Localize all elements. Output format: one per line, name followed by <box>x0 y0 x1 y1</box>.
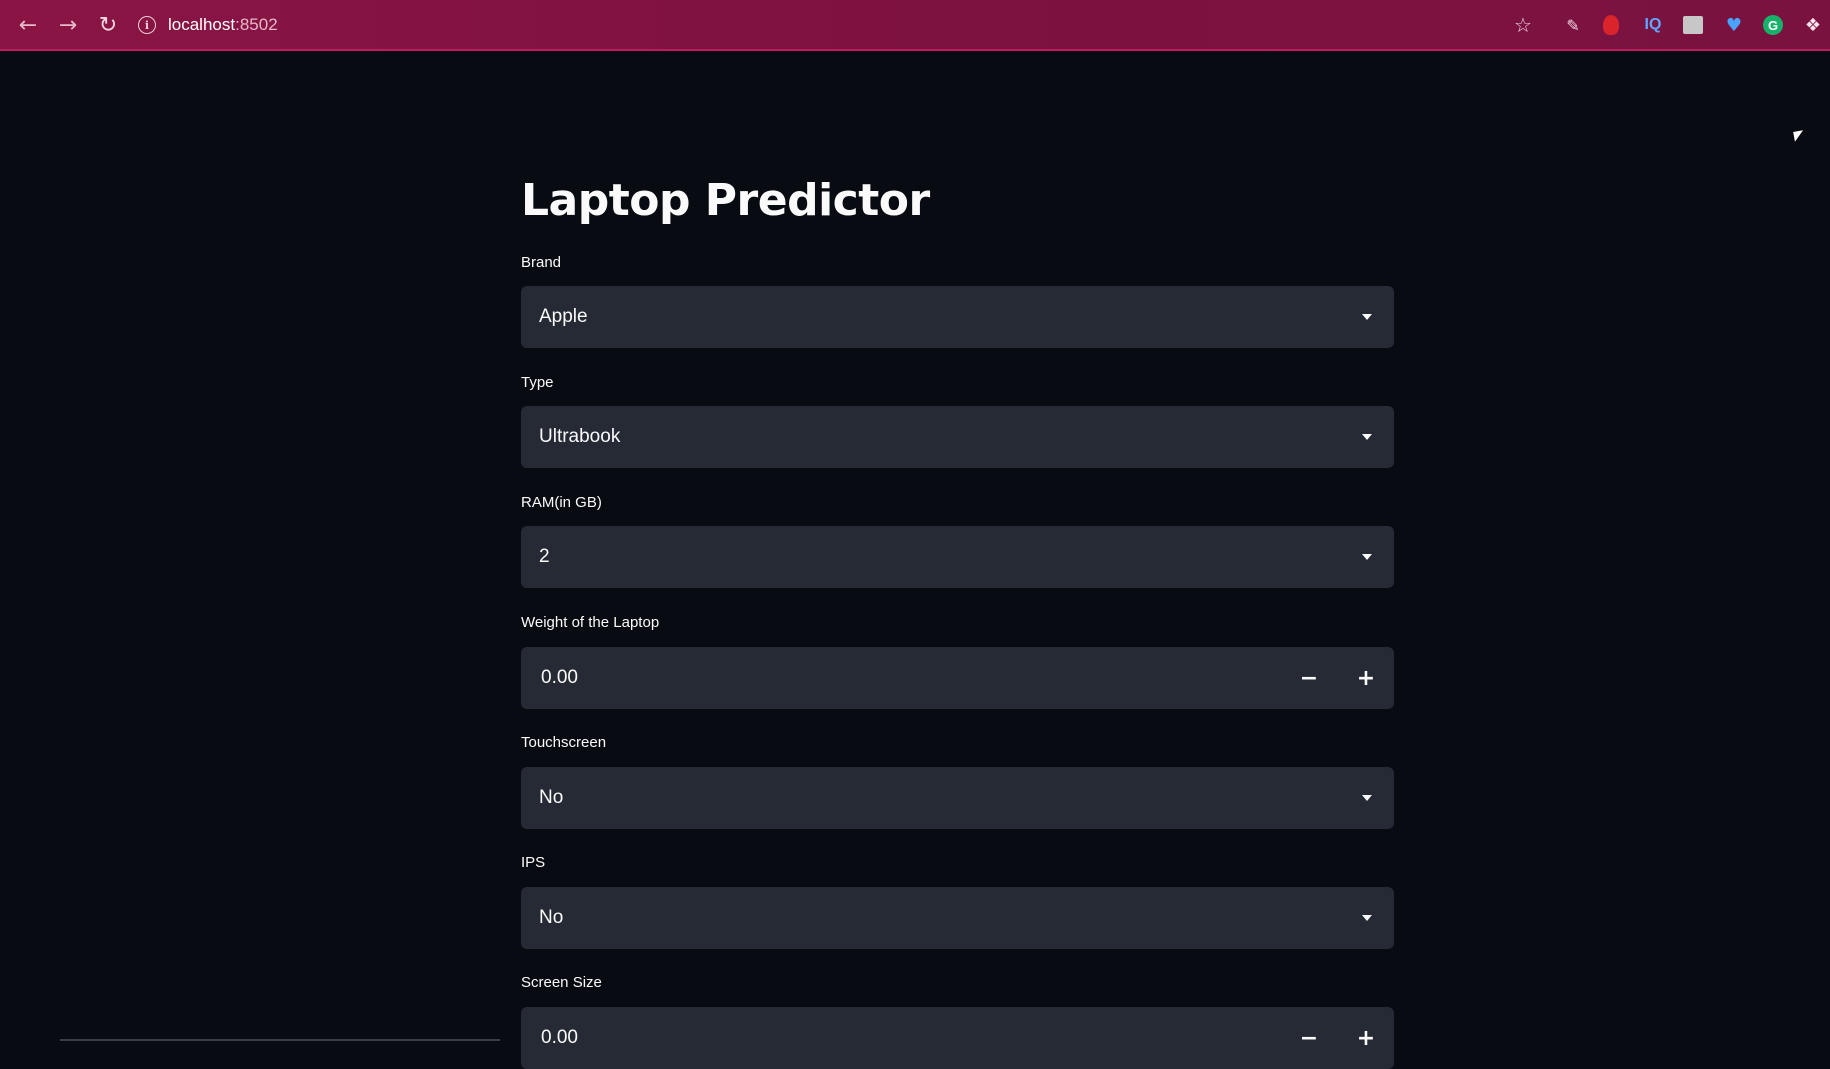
chevron-down-icon <box>1362 434 1372 440</box>
chevron-down-icon <box>1362 795 1372 801</box>
heart-extension-icon[interactable]: ♥ <box>1723 14 1745 36</box>
type-select[interactable]: Ultrabook <box>521 406 1394 468</box>
url-port: :8502 <box>235 15 278 34</box>
ram-select-value: 2 <box>539 546 550 567</box>
bookmark-star-icon[interactable]: ☆ <box>1512 13 1534 37</box>
url-host: localhost <box>168 15 236 34</box>
app-page: Laptop Predictor Brand Apple Type Ultrab… <box>0 53 1830 1069</box>
screen-size-field[interactable] <box>521 1007 1281 1069</box>
weight-increment-button[interactable]: + <box>1338 647 1394 709</box>
page-title: Laptop Predictor <box>521 175 930 226</box>
touchscreen-label: Touchscreen <box>521 734 607 751</box>
touchscreen-select[interactable]: No <box>521 767 1394 829</box>
gray-extension-icon[interactable] <box>1683 16 1703 34</box>
screen-size-number-input: − + <box>521 1007 1394 1069</box>
weight-label: Weight of the Laptop <box>521 614 660 631</box>
reload-icon[interactable]: ↻ <box>94 12 122 40</box>
grammarly-extension-icon[interactable]: G <box>1763 15 1783 35</box>
ips-select-value: No <box>539 907 564 928</box>
back-arrow-icon[interactable]: ← <box>14 12 42 40</box>
red-extension-icon[interactable] <box>1603 15 1619 35</box>
chevron-down-icon <box>1362 314 1372 320</box>
ram-select[interactable]: 2 <box>521 526 1394 588</box>
mouse-cursor-icon <box>1793 130 1805 142</box>
type-select-value: Ultrabook <box>539 426 621 447</box>
info-icon[interactable]: i <box>138 16 156 34</box>
weight-number-input: − + <box>521 647 1394 709</box>
chevron-down-icon <box>1362 554 1372 560</box>
ips-label: IPS <box>521 854 546 871</box>
weight-field[interactable] <box>521 647 1281 709</box>
screen-size-increment-button[interactable]: + <box>1338 1007 1394 1069</box>
pen-extension-icon[interactable]: ✎ <box>1562 14 1584 36</box>
screen-size-label: Screen Size <box>521 974 602 991</box>
screen-size-decrement-button[interactable]: − <box>1281 1007 1337 1069</box>
iq-extension-icon[interactable]: IQ <box>1642 14 1664 36</box>
brand-label: Brand <box>521 254 562 271</box>
extensions-puzzle-icon[interactable]: ❖ <box>1802 14 1824 36</box>
type-label: Type <box>521 374 554 391</box>
forward-arrow-icon[interactable]: → <box>54 12 82 40</box>
ips-select[interactable]: No <box>521 887 1394 949</box>
address-bar[interactable]: i localhost:8502 <box>138 9 1518 41</box>
browser-toolbar: ← → ↻ i localhost:8502 ☆ ✎ IQ ♥ G ❖ <box>0 0 1830 51</box>
brand-select-value: Apple <box>539 306 588 327</box>
brand-select[interactable]: Apple <box>521 286 1394 348</box>
weight-decrement-button[interactable]: − <box>1281 647 1337 709</box>
chevron-down-icon <box>1362 915 1372 921</box>
ram-label: RAM(in GB) <box>521 494 602 511</box>
touchscreen-select-value: No <box>539 787 564 808</box>
